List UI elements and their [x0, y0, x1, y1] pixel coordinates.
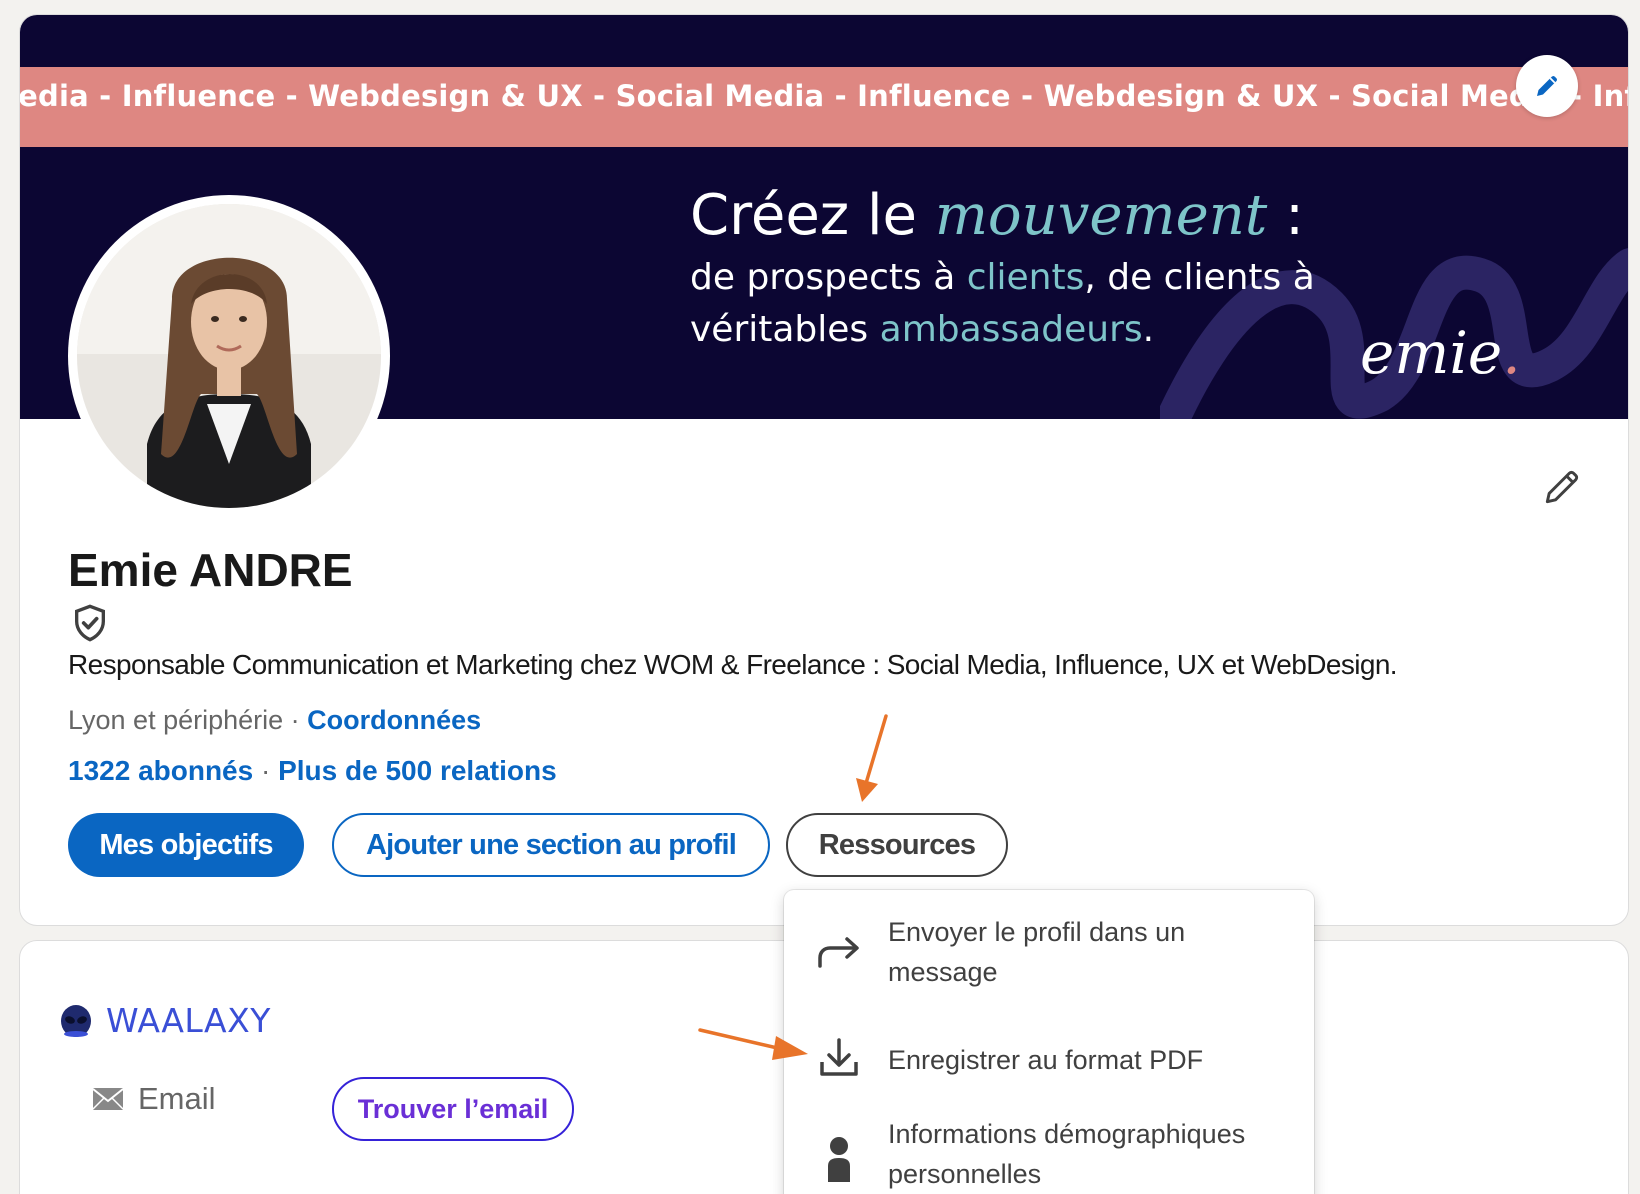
- profile-location: Lyon et périphérie: [68, 705, 284, 735]
- banner-ticker: ledia - Influence - Webdesign & UX - Soc…: [20, 67, 1628, 147]
- profile-photo-image: [77, 204, 381, 508]
- envelope-icon: [92, 1088, 124, 1110]
- annotation-arrow-pdf: [698, 1028, 808, 1060]
- pencil-icon: [1537, 76, 1557, 96]
- banner-line-1-prefix: de prospects à: [690, 257, 967, 298]
- banner-line-2-accent: ambassadeurs: [879, 309, 1143, 350]
- followers-link[interactable]: 1322 abonnés: [68, 755, 253, 786]
- find-email-button[interactable]: Trouver l’email: [332, 1077, 574, 1141]
- add-profile-section-button[interactable]: Ajouter une section au profil: [332, 813, 770, 877]
- banner-headline-prefix: Créez le: [690, 183, 935, 248]
- banner-line-2: véritables ambassadeurs.: [690, 309, 1154, 350]
- my-goals-button[interactable]: Mes objectifs: [68, 813, 304, 877]
- annotation-arrow-resources: [856, 714, 888, 802]
- banner-logo: emie.: [1360, 319, 1521, 387]
- banner-line-1-accent: clients: [966, 257, 1085, 298]
- banner-line-1-suffix: , de clients à: [1084, 257, 1315, 298]
- download-icon: [814, 1036, 864, 1080]
- banner-line-2-suffix: .: [1142, 309, 1155, 350]
- banner-headline: Créez le mouvement :: [690, 183, 1304, 248]
- stats-separator: ·: [253, 755, 279, 786]
- menu-item-send-profile-label: Envoyer le profil dans un message: [888, 917, 1186, 987]
- banner-headline-accent: mouvement: [934, 183, 1268, 248]
- menu-item-demographics-label: Informations démographiques personnelles: [888, 1119, 1246, 1189]
- menu-item-save-pdf-label: Enregistrer au format PDF: [888, 1045, 1204, 1075]
- network-stats: 1322 abonnés · Plus de 500 relations: [68, 755, 557, 787]
- waalaxy-logo: WAALAXY: [60, 1001, 271, 1040]
- contact-info-link[interactable]: Coordonnées: [307, 705, 481, 735]
- profile-name: Emie ANDRE: [68, 544, 353, 596]
- banner-logo-text: emie: [1360, 319, 1503, 387]
- waalaxy-name: WAALAXY: [106, 1001, 271, 1040]
- connections-link[interactable]: Plus de 500 relations: [278, 755, 557, 786]
- menu-item-send-profile[interactable]: Envoyer le profil dans un message: [784, 910, 1314, 994]
- profile-headline: Responsable Communication et Marketing c…: [68, 649, 1398, 680]
- profile-card: ledia - Influence - Webdesign & UX - Soc…: [19, 14, 1629, 926]
- banner-line-2-prefix: véritables: [690, 309, 880, 350]
- profile-photo[interactable]: [68, 195, 390, 517]
- banner-logo-dot: .: [1502, 319, 1521, 387]
- pencil-icon: [1545, 470, 1579, 504]
- location-separator: ·: [283, 705, 308, 735]
- edit-banner-button[interactable]: [1516, 55, 1578, 117]
- resources-button[interactable]: Ressources: [786, 813, 1008, 877]
- banner-ticker-text: ledia - Influence - Webdesign & UX - Soc…: [20, 79, 1628, 113]
- verified-badge[interactable]: [70, 603, 110, 648]
- banner-headline-suffix: :: [1267, 183, 1304, 248]
- edit-profile-button[interactable]: [1532, 457, 1592, 517]
- location-line: Lyon et périphérie · Coordonnées: [68, 705, 481, 736]
- person-icon: [814, 1136, 864, 1182]
- menu-item-save-pdf[interactable]: Enregistrer au format PDF: [784, 1030, 1314, 1090]
- banner-line-1: de prospects à clients, de clients à: [690, 257, 1315, 298]
- shield-check-icon: [75, 604, 105, 642]
- alien-icon: [61, 1004, 91, 1037]
- menu-item-demographics[interactable]: Informations démographiques personnelles: [784, 1112, 1314, 1194]
- email-row: Email: [92, 1081, 216, 1117]
- share-arrow-icon: [814, 932, 864, 972]
- resources-dropdown-menu: Envoyer le profil dans un message Enregi…: [784, 890, 1314, 1194]
- email-label: Email: [138, 1081, 216, 1116]
